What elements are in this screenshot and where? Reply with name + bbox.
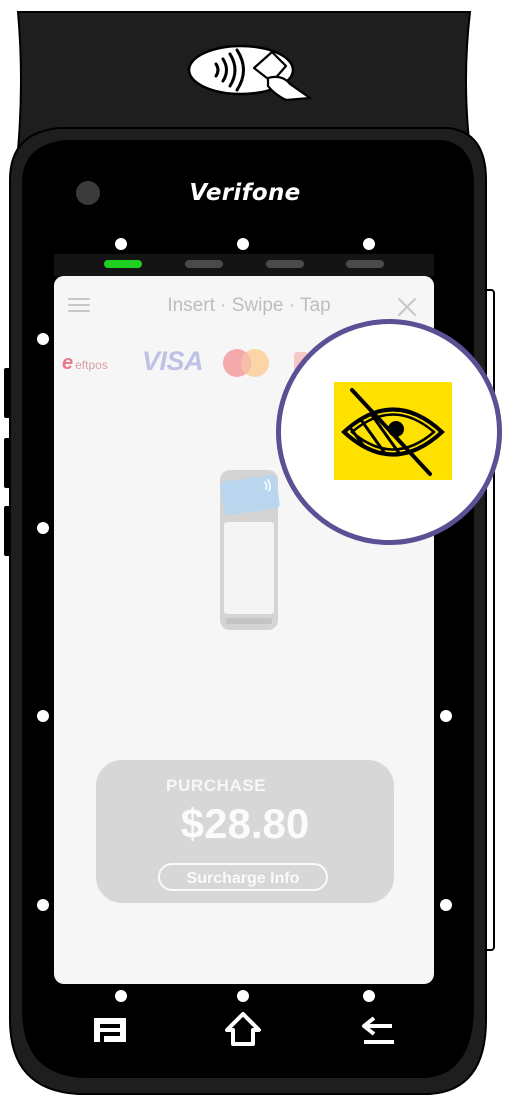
surcharge-info-button[interactable]: Surcharge Info [158, 863, 328, 891]
status-led-2 [185, 260, 223, 268]
eftpos-logo: e eftpos [62, 352, 108, 374]
terminal-illustration [220, 470, 280, 630]
purchase-panel: PURCHASE $28.80 Surcharge Info [96, 760, 394, 903]
hamburger-menu-icon[interactable] [68, 298, 90, 312]
page-title: Insert · Swipe · Tap [167, 295, 331, 316]
contactless-tap-icon [187, 44, 312, 102]
visa-logo: VISA [142, 346, 204, 376]
menu-key-icon[interactable] [90, 1010, 130, 1050]
purchase-amount: $28.80 [180, 800, 310, 847]
mastercard-logo [223, 349, 269, 377]
status-led-1 [104, 260, 142, 268]
back-icon[interactable] [358, 1010, 398, 1050]
eye-slash-icon [341, 388, 445, 476]
purchase-label: PURCHASE [166, 776, 267, 795]
status-led-4 [346, 260, 384, 268]
brand-logo: Verifone [189, 180, 301, 206]
home-icon[interactable] [223, 1010, 263, 1050]
close-icon[interactable] [396, 296, 418, 318]
status-led-3 [266, 260, 304, 268]
hidden-indicator [334, 382, 452, 480]
